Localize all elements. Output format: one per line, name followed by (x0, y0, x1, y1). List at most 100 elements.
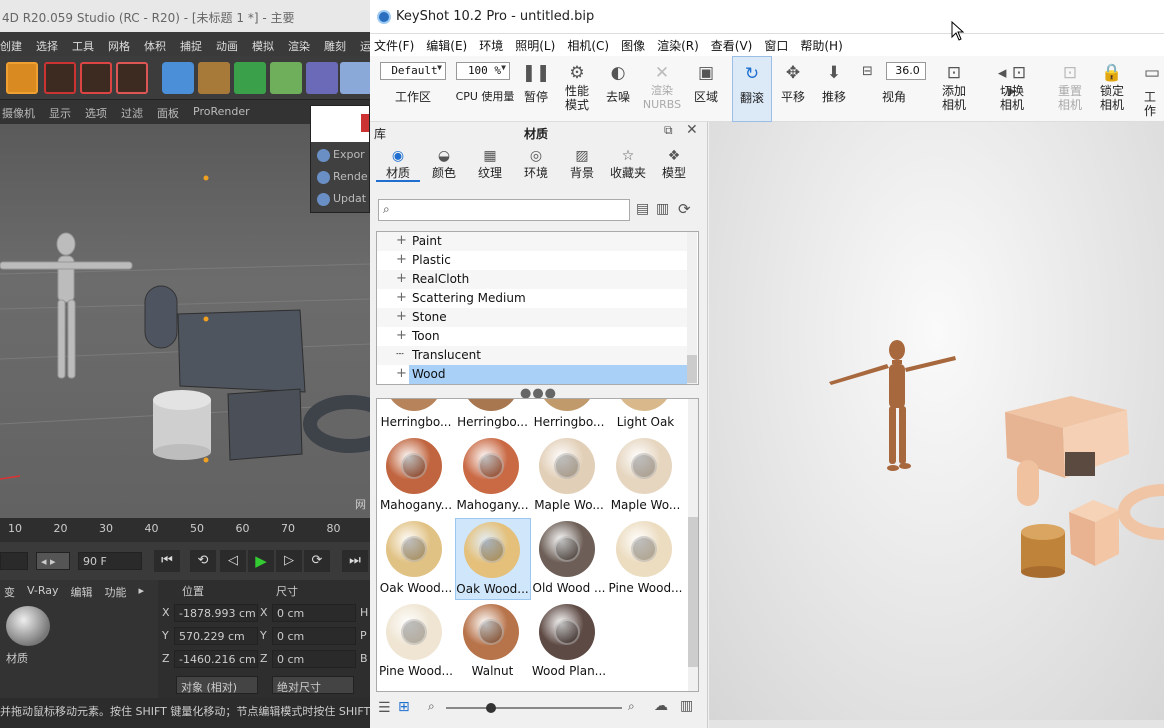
array-icon[interactable] (270, 62, 302, 94)
material-tile[interactable]: Herringbo... (378, 399, 454, 434)
material-tile[interactable]: Pine Wood... (608, 518, 684, 600)
denoise-button[interactable]: ◐ 去噪 (600, 56, 636, 122)
category-tab-material[interactable]: ◉ 材质 (376, 148, 420, 182)
material-tile[interactable]: Wood Plan... (531, 601, 607, 683)
c4d-viewport-menu-item[interactable]: 过滤 (121, 105, 143, 124)
material-tile[interactable]: Pine Wood... (378, 601, 454, 683)
tree-node[interactable]: + Stone (377, 308, 687, 327)
add-camera-button[interactable]: ⊡ 添加 相机 (934, 56, 974, 122)
grid-view-icon[interactable]: ⊞ (398, 699, 410, 715)
tree-node[interactable]: + Paint (377, 232, 687, 251)
tree-scroll-thumb[interactable] (687, 355, 697, 383)
loop-icon[interactable]: ⟲ (190, 550, 216, 572)
render-view-icon[interactable] (80, 62, 112, 94)
material-tile[interactable]: Herringbo... (455, 399, 531, 434)
more-toolbar-button[interactable]: ▭ 工作 (1140, 56, 1164, 122)
material-tile[interactable]: Maple Wo... (531, 435, 607, 517)
lock-camera-button[interactable]: 🔒 锁定 相机 (1092, 56, 1132, 122)
render-nurbs-button[interactable]: ✕ 渲染 NURBS (642, 56, 682, 122)
step-back-icon[interactable]: ◁ (220, 550, 246, 572)
cpu-usage-select[interactable]: 100 % ▼ (456, 62, 510, 80)
c4d-menu-item[interactable]: 工具 (72, 38, 94, 56)
keyshot-menu-item[interactable]: 查看(V) (711, 37, 753, 56)
list-view-icon[interactable]: ☰ (378, 700, 391, 716)
keyshot-menu-item[interactable]: 渲染(R) (657, 37, 699, 56)
c4d-viewport-menu-item[interactable]: ProRender (193, 105, 250, 124)
switch-camera-button[interactable]: ◂ ⊡ ▸ 切换 相机 (982, 56, 1042, 122)
material-tile[interactable]: Herringbo... (531, 399, 607, 434)
loop-forward-icon[interactable]: ⟳ (304, 550, 330, 572)
material-tile[interactable]: Oak Wood... (454, 518, 531, 600)
import-folder-icon[interactable]: ▥ (680, 698, 693, 714)
frame-start-field[interactable] (0, 552, 28, 570)
open-folder-icon[interactable]: ▥ (656, 201, 669, 217)
c4d-menu-item[interactable]: 雕刻 (324, 38, 346, 56)
attr-tab-edit[interactable]: 编辑 (71, 584, 93, 602)
material-thumbnail[interactable] (6, 606, 50, 646)
material-tile[interactable]: Light Oak (608, 399, 684, 434)
refresh-icon[interactable]: ⟳ (678, 200, 691, 218)
material-tile[interactable]: Mahogany... (378, 435, 454, 517)
tree-node[interactable]: + Scattering Medium (377, 289, 687, 308)
goto-end-icon[interactable]: ⏭ (342, 550, 368, 572)
render-viewport[interactable] (709, 122, 1164, 720)
expand-icon[interactable]: + (396, 328, 407, 343)
frame-stepper[interactable]: ◂ ▸ (36, 552, 70, 570)
c4d-menu-item[interactable]: 动画 (216, 38, 238, 56)
dolly-button[interactable]: ⬇ 推移 (816, 56, 852, 122)
pause-button[interactable]: ❚❚ 暂停 (520, 56, 552, 122)
keyshot-menu-item[interactable]: 图像 (621, 37, 645, 56)
material-tile[interactable]: Walnut (455, 601, 531, 683)
popup-item-update[interactable]: Updat (313, 190, 371, 210)
expand-icon[interactable]: + (396, 252, 407, 267)
workspace-select[interactable]: Default ▼ (380, 62, 446, 80)
fov-input[interactable]: 36.0 (886, 62, 926, 80)
c4d-menu-item[interactable]: 捕捉 (180, 38, 202, 56)
deformer-icon[interactable] (306, 62, 338, 94)
performance-mode-button[interactable]: ⚙ 性能 模式 (558, 56, 596, 122)
keyshot-menu-item[interactable]: 窗口 (764, 37, 788, 56)
goto-start-icon[interactable]: ⏮ (154, 550, 180, 572)
keyshot-menu-item[interactable]: 编辑(E) (426, 37, 467, 56)
subdivision-icon[interactable] (234, 62, 266, 94)
material-tile[interactable]: Oak Wood... (378, 518, 454, 600)
category-tab-color[interactable]: ◒ 颜色 (422, 148, 466, 182)
step-forward-icon[interactable]: ▷ (276, 550, 302, 572)
grid-scroll-thumb[interactable] (688, 517, 698, 667)
expand-icon[interactable]: + (396, 290, 407, 305)
c4d-menu-item[interactable]: 运 (360, 38, 370, 56)
c4d-menu-item[interactable]: 体积 (144, 38, 166, 56)
pan-button[interactable]: ✥ 平移 (776, 56, 810, 122)
c4d-viewport-menu-item[interactable]: 面板 (157, 105, 179, 124)
tree-node[interactable]: + Plastic (377, 251, 687, 270)
close-icon[interactable]: ✕ (686, 122, 698, 138)
tree-node[interactable]: ┄ Translucent (377, 346, 687, 365)
keyshot-menu-item[interactable]: 文件(F) (374, 37, 414, 56)
cube-tool-icon[interactable] (162, 62, 194, 94)
size-mode-select[interactable]: 绝对尺寸 (272, 676, 354, 694)
move-tool-icon[interactable] (6, 62, 38, 94)
c4d-viewport-menu-item[interactable]: 显示 (49, 105, 71, 124)
attr-tab-function[interactable]: 功能 (105, 584, 127, 602)
expand-icon[interactable]: + (396, 233, 407, 248)
slider-handle[interactable] (486, 703, 496, 713)
category-tab-favorites[interactable]: ☆ 收藏夹 (606, 148, 650, 182)
upload-cloud-icon[interactable]: ☁ (654, 698, 668, 714)
thumbnail-size-slider[interactable] (446, 703, 622, 713)
render-settings-icon[interactable] (116, 62, 148, 94)
play-icon[interactable]: ▶ (248, 550, 274, 572)
attr-tab-vray[interactable]: V-Ray (27, 584, 59, 602)
category-tab-background[interactable]: ▨ 背景 (560, 148, 604, 182)
region-button[interactable]: ▣ 区域 (686, 56, 726, 122)
tumble-button[interactable]: ↻ 翻滚 (732, 56, 772, 122)
keyshot-menu-item[interactable]: 相机(C) (567, 37, 609, 56)
keyshot-menu-item[interactable]: 帮助(H) (800, 37, 842, 56)
size-field[interactable]: 0 cm (272, 627, 356, 645)
attr-arrow-icon[interactable]: ▸ (139, 584, 145, 602)
expand-icon[interactable]: + (396, 309, 407, 324)
grid-tool-icon[interactable] (340, 62, 372, 94)
library-search-input[interactable]: ⌕ (378, 199, 630, 221)
frame-end-field[interactable]: 90 F (78, 552, 142, 570)
pen-tool-icon[interactable] (198, 62, 230, 94)
zoom-out-icon[interactable]: ⌕ (428, 699, 435, 714)
